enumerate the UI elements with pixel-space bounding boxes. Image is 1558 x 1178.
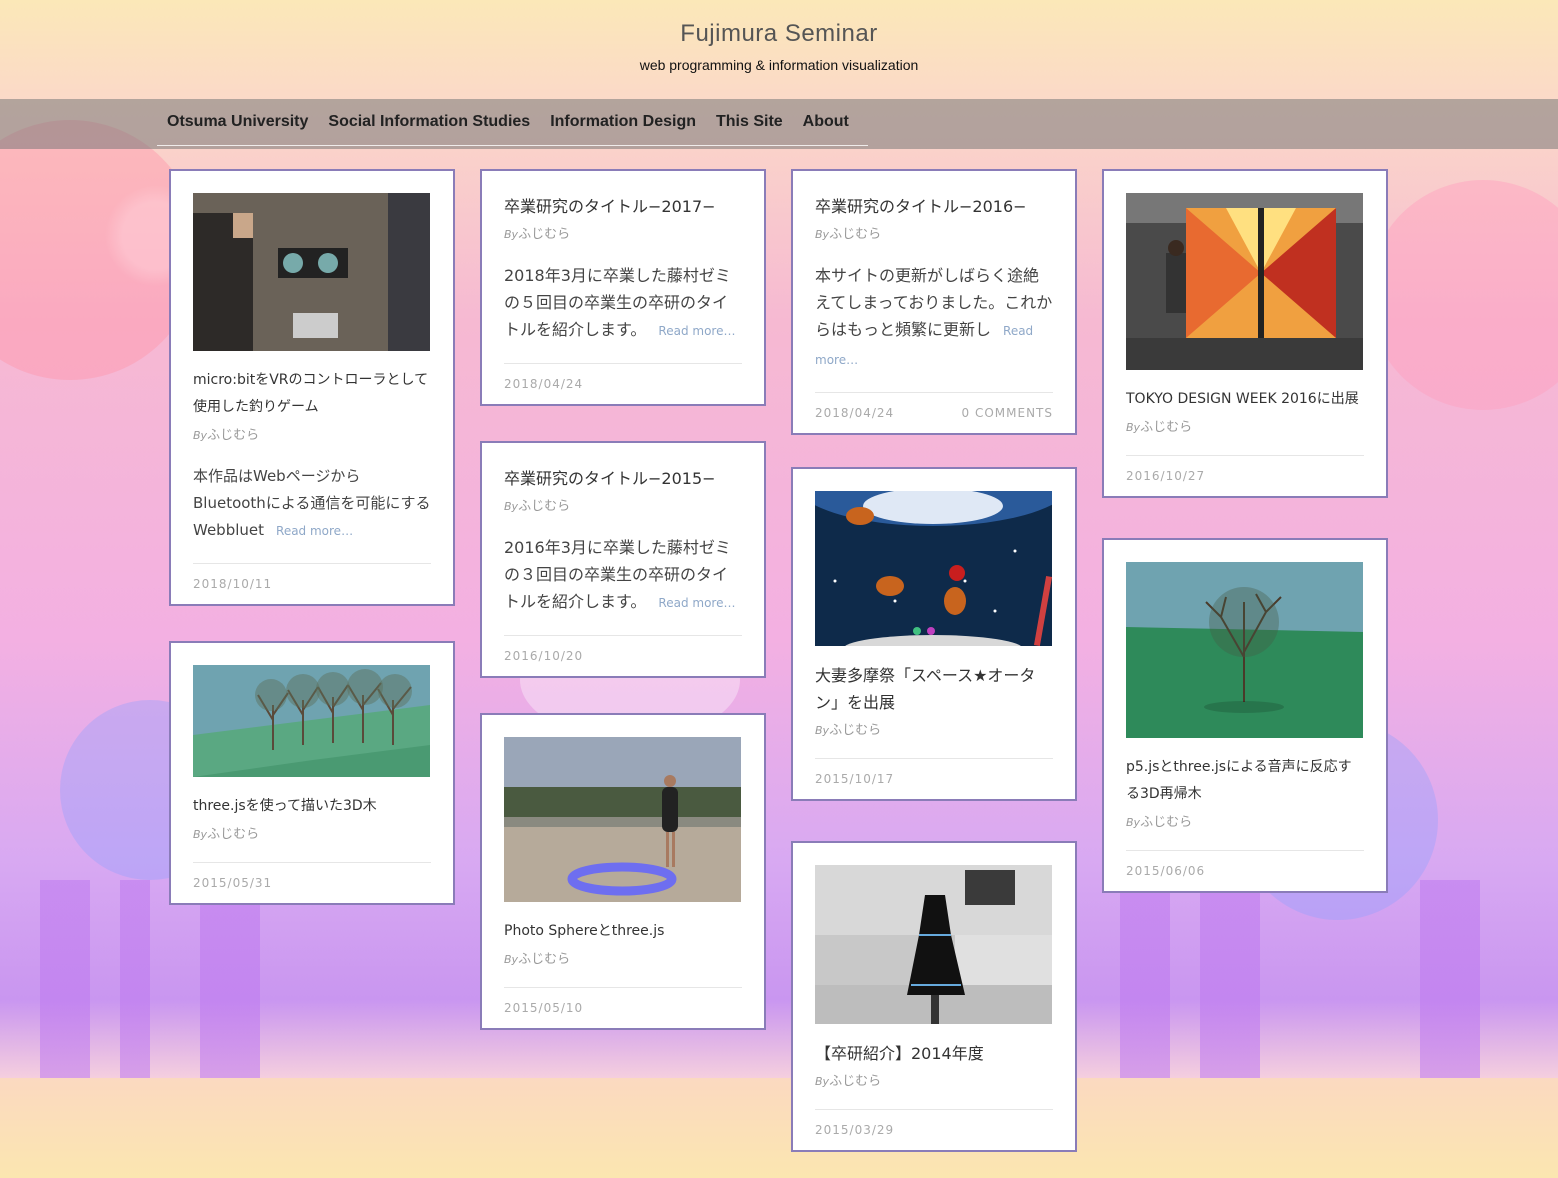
site-tagline: web programming & information visualizat… (639, 57, 919, 73)
post-title[interactable]: 卒業研究のタイトル−2015− (504, 465, 742, 492)
render-recursive-tree-image (1126, 562, 1363, 738)
post-thumbnail[interactable] (193, 665, 430, 777)
post-title[interactable]: 【卒研紹介】2014年度 (815, 1040, 1053, 1067)
post-date: 2015/05/10 (504, 1001, 584, 1015)
post-footer: 2015/10/17 (815, 758, 1053, 799)
post-thumbnail[interactable] (815, 865, 1052, 1024)
post-card: TOKYO DESIGN WEEK 2016に出展 Byふじむら 2016/10… (1102, 169, 1388, 498)
post-footer: 2015/06/06 (1126, 850, 1364, 891)
author-link[interactable]: ふじむら (829, 227, 881, 242)
post-title[interactable]: micro:bitをVRのコントローラとして使用した釣りゲーム (193, 367, 431, 421)
post-date: 2016/10/27 (1126, 469, 1206, 483)
post-title[interactable]: three.jsを使って描いた3D木 (193, 793, 431, 820)
post-thumbnail[interactable] (1126, 562, 1363, 738)
post-card: 卒業研究のタイトル−2015− Byふじむら 2016年3月に卒業した藤村ゼミの… (480, 441, 766, 678)
post-excerpt: 本作品はWebページからBluetoothによる通信を可能にするWebbluet… (193, 467, 431, 539)
post-author: Byふじむら (1126, 815, 1193, 830)
post-date: 2015/05/31 (193, 876, 273, 890)
post-footer: 2015/03/29 (815, 1109, 1053, 1150)
post-date: 2015/06/06 (1126, 864, 1206, 878)
nav-item-social-information-studies[interactable]: Social Information Studies (318, 113, 540, 131)
post-title[interactable]: 卒業研究のタイトル−2017− (504, 193, 742, 220)
read-more-link[interactable]: Read more… (658, 596, 735, 610)
post-card: three.jsを使って描いた3D木 Byふじむら 2015/05/31 (169, 641, 455, 905)
main-navigation: Otsuma University Social Information Stu… (0, 99, 1558, 149)
post-author: Byふじむら (1126, 420, 1193, 435)
post-date: 2018/04/24 (504, 377, 584, 391)
nav-item-information-design[interactable]: Information Design (540, 113, 706, 131)
author-link[interactable]: ふじむら (1140, 815, 1192, 830)
render-3d-trees-image (193, 665, 430, 777)
post-title[interactable]: 卒業研究のタイトル−2016− (815, 193, 1053, 220)
post-author: Byふじむら (504, 952, 571, 967)
nav-item-this-site[interactable]: This Site (706, 113, 793, 131)
post-title[interactable]: p5.jsとthree.jsによる音声に反応する3D再帰木 (1126, 754, 1364, 808)
read-more-link[interactable]: Read more… (658, 324, 735, 338)
post-author: Byふじむら (815, 1074, 882, 1089)
author-link[interactable]: ふじむら (518, 499, 570, 514)
post-card: Photo Sphereとthree.js Byふじむら 2015/05/10 (480, 713, 766, 1030)
post-footer: 2016/10/27 (1126, 455, 1364, 496)
nav-menu: Otsuma University Social Information Stu… (157, 99, 868, 146)
post-title[interactable]: Photo Sphereとthree.js (504, 918, 742, 945)
photo-dress-image (815, 865, 1052, 1024)
comments-link[interactable]: 0 COMMENTS (962, 406, 1054, 420)
render-photo-sphere-image (504, 737, 741, 902)
background-decoration (1368, 180, 1558, 410)
author-link[interactable]: ふじむら (518, 227, 570, 242)
post-card: 大妻多摩祭「スペース★オータン」を出展 Byふじむら 2015/10/17 (791, 467, 1077, 801)
post-card: 卒業研究のタイトル−2017− Byふじむら 2018年3月に卒業した藤村ゼミの… (480, 169, 766, 406)
author-link[interactable]: ふじむら (1140, 420, 1192, 435)
post-date: 2018/10/11 (193, 577, 273, 591)
render-space-game-image (815, 491, 1052, 646)
author-link[interactable]: ふじむら (829, 1074, 881, 1089)
post-footer: 2018/04/24 (504, 363, 742, 404)
nav-item-otsuma-university[interactable]: Otsuma University (157, 113, 318, 131)
post-author: Byふじむら (193, 428, 260, 443)
post-author: Byふじむら (815, 723, 882, 738)
author-link[interactable]: ふじむら (207, 428, 259, 443)
post-excerpt: 2018年3月に卒業した藤村ゼミの５回目の卒業生の卒研のタイトルを紹介します。 R… (504, 266, 736, 339)
post-author: Byふじむら (815, 227, 882, 242)
author-link[interactable]: ふじむら (518, 952, 570, 967)
post-footer: 2015/05/31 (193, 862, 431, 903)
post-excerpt: 2016年3月に卒業した藤村ゼミの３回目の卒業生の卒研のタイトルを紹介します。 R… (504, 538, 736, 611)
site-title[interactable]: Fujimura Seminar (0, 20, 1558, 48)
post-title[interactable]: TOKYO DESIGN WEEK 2016に出展 (1126, 386, 1364, 413)
post-footer: 2018/10/11 (193, 563, 431, 604)
background-cityscape (0, 880, 1558, 1080)
author-link[interactable]: ふじむら (207, 827, 259, 842)
nav-item-about[interactable]: About (793, 113, 859, 131)
photo-vr-controller-image (193, 193, 430, 351)
post-footer: 2016/10/20 (504, 635, 742, 676)
post-thumbnail[interactable] (193, 193, 430, 351)
post-date: 2018/04/24 (815, 406, 895, 420)
post-date: 2015/03/29 (815, 1123, 895, 1137)
post-thumbnail[interactable] (1126, 193, 1363, 370)
post-author: Byふじむら (193, 827, 260, 842)
post-title[interactable]: 大妻多摩祭「スペース★オータン」を出展 (815, 662, 1053, 716)
photo-exhibition-image (1126, 193, 1363, 370)
post-thumbnail[interactable] (504, 737, 741, 902)
post-footer: 2018/04/24 0 COMMENTS (815, 392, 1053, 433)
post-date: 2015/10/17 (815, 772, 895, 786)
post-card: 【卒研紹介】2014年度 Byふじむら 2015/03/29 (791, 841, 1077, 1152)
post-excerpt: 本サイトの更新がしばらく途絶えてしまっておりました。これからはもっと頻繁に更新し… (815, 266, 1053, 367)
post-author: Byふじむら (504, 227, 571, 242)
post-author: Byふじむら (504, 499, 571, 514)
author-link[interactable]: ふじむら (829, 723, 881, 738)
post-card: p5.jsとthree.jsによる音声に反応する3D再帰木 Byふじむら 201… (1102, 538, 1388, 893)
background-bottom-band (0, 1078, 1558, 1178)
post-date: 2016/10/20 (504, 649, 584, 663)
post-footer: 2015/05/10 (504, 987, 742, 1028)
read-more-link[interactable]: Read more… (276, 524, 353, 538)
post-card: micro:bitをVRのコントローラとして使用した釣りゲーム Byふじむら 本… (169, 169, 455, 606)
post-thumbnail[interactable] (815, 491, 1052, 646)
post-card: 卒業研究のタイトル−2016− Byふじむら 本サイトの更新がしばらく途絶えてし… (791, 169, 1077, 435)
